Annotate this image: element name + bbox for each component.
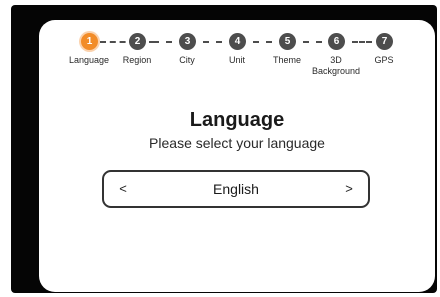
- step-circle: 7: [376, 33, 393, 50]
- stepper-connector: [100, 41, 155, 43]
- step-circle: 2: [129, 33, 146, 50]
- setup-screen: 1 Language 2 Region 3 City 4 Unit 5 Them…: [39, 20, 435, 292]
- page-title: Language: [189, 109, 285, 131]
- step-circle: 3: [179, 33, 196, 50]
- step-label: GPS: [374, 55, 394, 65]
- setup-stepper: 1 Language 2 Region 3 City 4 Unit 5 Them…: [39, 20, 435, 110]
- stepper-connector: [253, 41, 272, 43]
- step-circle: 6: [328, 33, 345, 50]
- selected-language: English: [213, 181, 259, 197]
- chevron-right-icon[interactable]: >: [334, 172, 364, 206]
- stepper-connector: [153, 41, 172, 43]
- device-frame: 1 Language 2 Region 3 City 4 Unit 5 Them…: [11, 5, 437, 293]
- stepper-connector: [203, 41, 222, 43]
- step-circle-active: 1: [81, 33, 98, 50]
- stepper-connector: [352, 41, 372, 43]
- step-circle: 4: [229, 33, 246, 50]
- stepper-connector: [303, 41, 322, 43]
- language-selector[interactable]: < English >: [102, 170, 370, 208]
- page-subtitle: Please select your language: [149, 135, 325, 151]
- chevron-left-icon[interactable]: <: [108, 172, 138, 206]
- step-circle: 5: [279, 33, 296, 50]
